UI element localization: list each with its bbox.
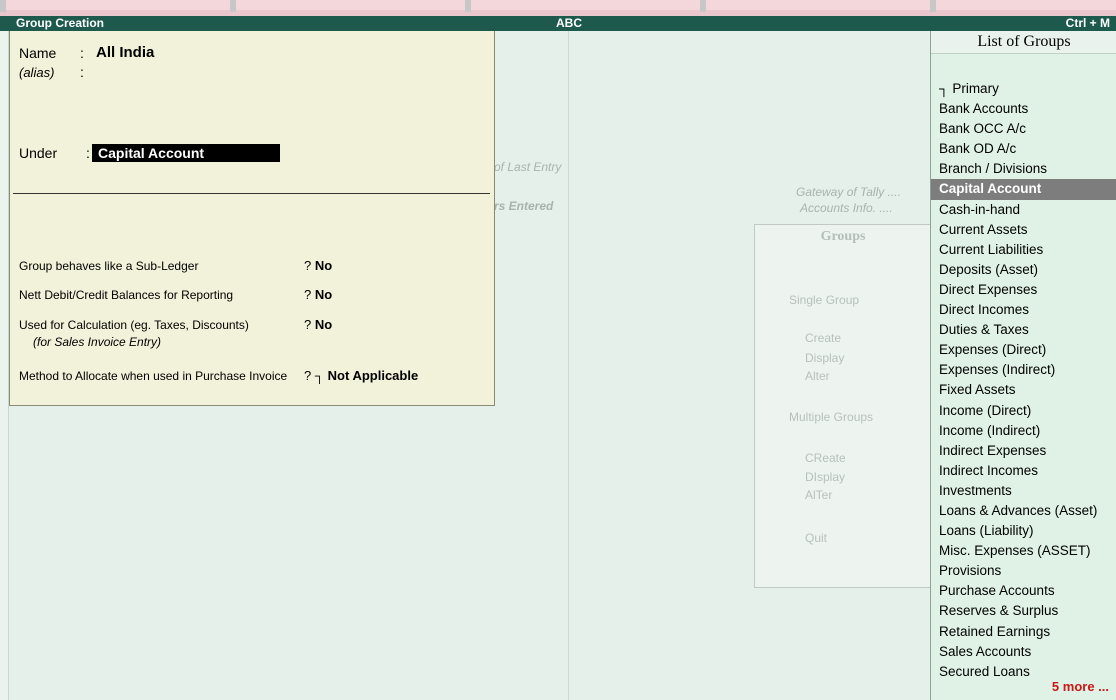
name-field[interactable]: All India xyxy=(96,44,154,61)
menu-multi-display[interactable]: DIsplay xyxy=(805,470,845,484)
name-label: Name xyxy=(19,45,57,61)
left-edge xyxy=(0,31,9,700)
under-colon: : xyxy=(86,145,90,161)
list-item[interactable]: Investments xyxy=(931,481,1116,501)
list-item[interactable]: Indirect Expenses xyxy=(931,441,1116,461)
list-item[interactable]: Income (Direct) xyxy=(931,401,1116,421)
question-nett-balances: Nett Debit/Credit Balances for Reporting xyxy=(19,288,234,302)
answer-calculation[interactable]: ? No xyxy=(304,317,332,332)
list-item[interactable]: Expenses (Indirect) xyxy=(931,360,1116,380)
under-field[interactable]: Capital Account xyxy=(92,144,280,162)
answer-allocation-method[interactable]: ? ┐ Not Applicable xyxy=(304,368,418,383)
list-item[interactable]: Direct Incomes xyxy=(931,300,1116,320)
screen-title: Group Creation xyxy=(16,16,105,30)
list-item[interactable]: Reserves & Surplus xyxy=(931,601,1116,621)
alias-colon: : xyxy=(80,64,84,80)
groups-menu-background: Groups Single Group Create Display Alter… xyxy=(754,224,932,588)
list-item[interactable]: Branch / Divisions xyxy=(931,159,1116,179)
list-item[interactable]: Misc. Expenses (ASSET) xyxy=(931,541,1116,561)
bg-gateway: Gateway of Tally .... xyxy=(796,185,901,199)
groups-menu-title: Groups xyxy=(820,229,866,244)
list-title: List of Groups xyxy=(931,31,1116,54)
list-item[interactable]: Duties & Taxes xyxy=(931,320,1116,340)
bg-accounts-info: Accounts Info. .... xyxy=(800,201,893,215)
list-item-selected[interactable]: Capital Account xyxy=(931,179,1116,200)
under-label: Under xyxy=(19,145,58,161)
title-bar: Group Creation ABC Ctrl + M xyxy=(0,16,1116,31)
list-item[interactable]: Deposits (Asset) xyxy=(931,260,1116,280)
list-item[interactable]: Income (Indirect) xyxy=(931,421,1116,441)
multiple-groups-heading: Multiple Groups xyxy=(789,410,874,424)
top-strip xyxy=(0,0,1116,16)
alias-label: (alias) xyxy=(19,65,55,80)
menu-quit[interactable]: Quit xyxy=(805,531,827,545)
menu-multi-create[interactable]: CReate xyxy=(805,451,846,465)
group-creation-panel: Name : All India (alias) : Under : Capit… xyxy=(9,31,495,406)
question-allocation-method: Method to Allocate when used in Purchase… xyxy=(19,369,288,383)
list-of-groups-panel: List of Groups ┐ Primary Bank Accounts Ban… xyxy=(930,31,1116,700)
list-item[interactable]: Sales Accounts xyxy=(931,642,1116,662)
menu-multi-alter[interactable]: AlTer xyxy=(805,488,832,502)
list-item[interactable]: Bank OD A/c xyxy=(931,139,1116,159)
bg-last-entry: of Last Entry xyxy=(494,160,562,174)
list-item[interactable]: Provisions xyxy=(931,561,1116,581)
list-item[interactable]: ┐ Primary xyxy=(931,79,1116,99)
list-item[interactable]: Direct Expenses xyxy=(931,280,1116,300)
list-item[interactable]: Purchase Accounts xyxy=(931,581,1116,601)
more-groups-link[interactable]: 5 more ... xyxy=(1052,679,1109,694)
menu-alter[interactable]: Alter xyxy=(805,369,830,383)
name-colon: : xyxy=(80,45,84,61)
question-sub-ledger: Group behaves like a Sub-Ledger xyxy=(19,259,199,273)
list-item[interactable]: Current Assets xyxy=(931,220,1116,240)
list-item[interactable]: Loans (Liability) xyxy=(931,521,1116,541)
list-item[interactable]: Indirect Incomes xyxy=(931,461,1116,481)
group-list: ┐ Primary Bank Accounts Bank OCC A/c Bank O… xyxy=(931,79,1116,682)
question-calculation-note: (for Sales Invoice Entry) xyxy=(33,335,162,349)
form-divider xyxy=(13,193,490,194)
list-item[interactable]: Current Liabilities xyxy=(931,240,1116,260)
list-item[interactable]: Expenses (Direct) xyxy=(931,340,1116,360)
list-item[interactable]: Retained Earnings xyxy=(931,622,1116,642)
menu-display[interactable]: Display xyxy=(805,351,844,365)
answer-sub-ledger[interactable]: ? No xyxy=(304,258,332,273)
question-calculation: Used for Calculation (eg. Taxes, Discoun… xyxy=(19,318,249,332)
single-group-heading: Single Group xyxy=(789,293,860,307)
answer-nett-balances[interactable]: ? No xyxy=(304,287,332,302)
background-divider xyxy=(568,31,569,700)
shortcut-hint: Ctrl + M xyxy=(1065,16,1110,30)
list-item[interactable]: Fixed Assets xyxy=(931,380,1116,400)
company-name: ABC xyxy=(556,16,582,30)
list-item[interactable]: Cash-in-hand xyxy=(931,200,1116,220)
list-item[interactable]: Bank OCC A/c xyxy=(931,119,1116,139)
menu-create[interactable]: Create xyxy=(805,331,841,345)
list-item[interactable]: Bank Accounts xyxy=(931,99,1116,119)
list-item[interactable]: Loans & Advances (Asset) xyxy=(931,501,1116,521)
bg-entered: rs Entered xyxy=(494,199,554,213)
